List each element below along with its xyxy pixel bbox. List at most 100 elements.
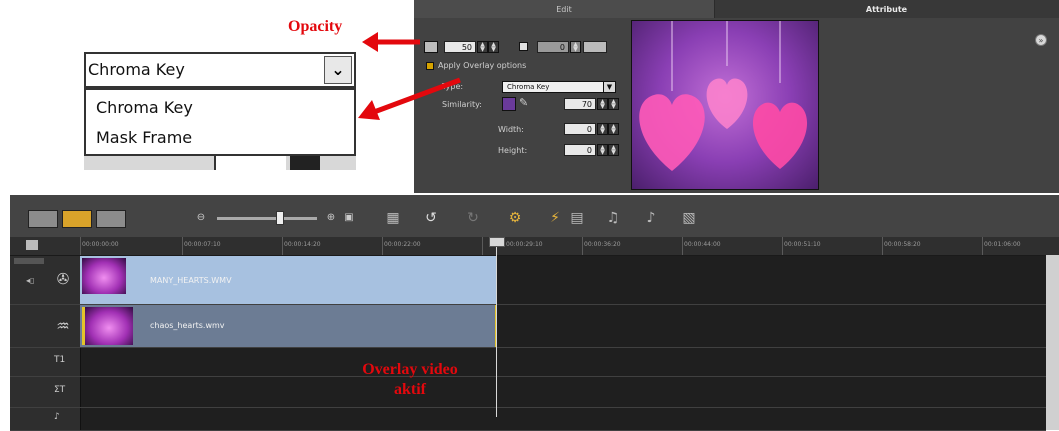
- similarity-color-swatch[interactable]: [502, 97, 516, 111]
- height-spinner[interactable]: ▲ ▼: [597, 144, 608, 156]
- height-label: Height:: [498, 146, 528, 155]
- border-field[interactable]: 0: [537, 41, 569, 53]
- type-select[interactable]: Chroma Key ▼: [502, 81, 616, 93]
- ruler-tick-label: 00:00:36:20: [584, 241, 621, 248]
- overlay-annotation-line-1: Overlay video: [362, 361, 458, 378]
- storyboard-view-button[interactable]: [28, 210, 58, 228]
- overlay-clip-thumbnail: [82, 307, 133, 345]
- width-spinner[interactable]: ▲ ▼: [597, 123, 608, 135]
- redo-icon[interactable]: ↻: [462, 208, 484, 228]
- opacity-arrow-icon: [362, 32, 420, 52]
- smart-proxy-icon[interactable]: ⚙: [504, 208, 526, 228]
- voice-track-header: ΣT: [10, 377, 81, 407]
- music-track[interactable]: ♪: [10, 408, 1046, 431]
- inset-type-select[interactable]: Chroma Key: [84, 52, 356, 88]
- batch-convert-icon[interactable]: ⚡: [544, 208, 566, 228]
- timeline-panel: ⊖ ⊕ ▣ ▦ ↺ ↻ ⚙ ⚡ ▤ ♫ ♪ ▧ 00:00:00:00 00:0…: [10, 195, 1059, 431]
- overlay-annotation: Overlay video aktif: [330, 360, 490, 400]
- record-voice-icon[interactable]: ♫: [602, 208, 624, 228]
- border-color-button[interactable]: [583, 41, 607, 53]
- title-track[interactable]: T1: [10, 348, 1046, 377]
- ruler-tick-label: 00:00:14:20: [284, 241, 321, 248]
- opacity-annotation: Opacity: [288, 18, 343, 35]
- height-spinner-2[interactable]: ▲ ▼: [608, 144, 619, 156]
- title-track-header: T1: [10, 348, 81, 376]
- height-field[interactable]: 0: [564, 144, 596, 156]
- inset-below-strip: [84, 156, 356, 170]
- preview-image: [631, 20, 819, 190]
- ruler-tick-label: 00:00:51:10: [784, 241, 821, 248]
- apply-overlay-label: Apply Overlay options: [438, 61, 527, 70]
- inset-field-fragment: [214, 156, 286, 170]
- playhead-handle[interactable]: [489, 237, 505, 247]
- border-spinner[interactable]: ▲ ▼: [570, 41, 581, 53]
- undo-icon[interactable]: ↺: [420, 208, 442, 228]
- timeline-view-button[interactable]: [62, 210, 92, 228]
- video-clip[interactable]: MANY_HEARTS.WMV: [80, 256, 497, 304]
- opacity-spinner-2[interactable]: ▲ ▼: [488, 41, 499, 53]
- similarity-spinner-2[interactable]: ▲ ▼: [608, 98, 619, 110]
- overlay-track-icon: ♒: [56, 317, 70, 335]
- chevron-down-icon[interactable]: ▼: [603, 82, 615, 92]
- auto-music-icon[interactable]: ♪: [640, 208, 662, 228]
- audio-view-button[interactable]: [96, 210, 126, 228]
- overlay-track[interactable]: ♒ chaos_hearts.wmv: [10, 305, 1046, 348]
- inset-options-list: Chroma Key Mask Frame: [84, 88, 356, 156]
- hearts-preview: [639, 21, 808, 171]
- opacity-field[interactable]: 50: [444, 41, 476, 53]
- timeline-toolbar: ⊖ ⊕ ▣ ▦ ↺ ↻ ⚙ ⚡ ▤ ♫ ♪ ▧: [10, 195, 1059, 237]
- overlay-track-header: ♒: [10, 305, 81, 347]
- tab-edit[interactable]: Edit: [414, 0, 715, 18]
- inset-chevron-down-icon[interactable]: ⌄: [324, 56, 352, 84]
- track-lock-icon[interactable]: ◂▯: [26, 276, 34, 285]
- eyedropper-icon[interactable]: ✎: [519, 96, 531, 110]
- width-label: Width:: [498, 125, 524, 134]
- border-icon: [519, 42, 528, 51]
- video-track[interactable]: ◂▯ ✇ MANY_HEARTS.WMV: [10, 256, 1046, 305]
- similarity-field[interactable]: 70: [564, 98, 596, 110]
- apply-overlay-checkbox[interactable]: [426, 62, 434, 70]
- ruler-tick-label: 00:00:07:10: [184, 241, 221, 248]
- attribute-panel: Edit Attribute 50 ▲ ▼ ▲ ▼ 0 ▲ ▼ Apply Overl…: [414, 0, 1059, 193]
- collapse-panel-icon[interactable]: »: [1035, 34, 1047, 46]
- overlay-annotation-line-2: aktif: [394, 381, 426, 398]
- width-spinner-2[interactable]: ▲ ▼: [608, 123, 619, 135]
- timeline-ruler[interactable]: 00:00:00:00 00:00:07:10 00:00:14:20 00:0…: [10, 237, 1059, 256]
- ruler-tick-label: 00:01:06:00: [984, 241, 1021, 248]
- zoom-slider[interactable]: [217, 217, 317, 220]
- type-select-value: Chroma Key: [507, 83, 550, 91]
- playhead-line: [496, 237, 497, 417]
- ruler-tick-label: 00:00:44:00: [684, 241, 721, 248]
- timeline-vertical-scrollbar[interactable]: [1046, 255, 1059, 430]
- track-manager-icon[interactable]: ▧: [678, 208, 700, 228]
- fit-project-icon[interactable]: ▣: [338, 208, 360, 228]
- ruler-settings-icon[interactable]: [26, 240, 38, 250]
- music-track-header: ♪: [10, 408, 81, 430]
- voice-track-label: ΣT: [54, 385, 66, 395]
- option-chroma-key[interactable]: Chroma Key: [96, 98, 193, 117]
- tab-attribute[interactable]: Attribute: [714, 0, 1059, 18]
- option-mask-frame[interactable]: Mask Frame: [96, 128, 192, 147]
- voice-track[interactable]: ΣT: [10, 377, 1046, 408]
- ruler-tick-label: 00:00:00:00: [82, 241, 119, 248]
- video-clip-thumbnail: [82, 258, 126, 294]
- ruler-tick-label: 00:00:58:20: [884, 241, 921, 248]
- video-track-header: ◂▯ ✇: [10, 256, 81, 304]
- insert-media-icon[interactable]: ▦: [382, 208, 404, 228]
- capture-icon[interactable]: ▤: [566, 208, 588, 228]
- opacity-icon: [424, 41, 438, 53]
- zoom-slider-thumb[interactable]: [276, 211, 284, 225]
- overlay-clip-name: chaos_hearts.wmv: [150, 321, 225, 330]
- zoomed-type-dropdown: Chroma Key ⌄ Chroma Key Mask Frame: [84, 52, 356, 170]
- zoom-out-icon[interactable]: ⊖: [190, 208, 212, 228]
- ruler-tick-label: 00:00:22:00: [384, 241, 421, 248]
- panel-tabs: Edit Attribute: [414, 0, 1059, 18]
- similarity-spinner[interactable]: ▲ ▼: [597, 98, 608, 110]
- track-tag: [14, 258, 44, 264]
- video-clip-name: MANY_HEARTS.WMV: [150, 276, 232, 285]
- opacity-spinner[interactable]: ▲ ▼: [477, 41, 488, 53]
- width-field[interactable]: 0: [564, 123, 596, 135]
- overlay-clip[interactable]: chaos_hearts.wmv: [80, 305, 497, 347]
- inset-spinner-fragment: [290, 156, 320, 170]
- video-track-icon: ✇: [56, 270, 70, 288]
